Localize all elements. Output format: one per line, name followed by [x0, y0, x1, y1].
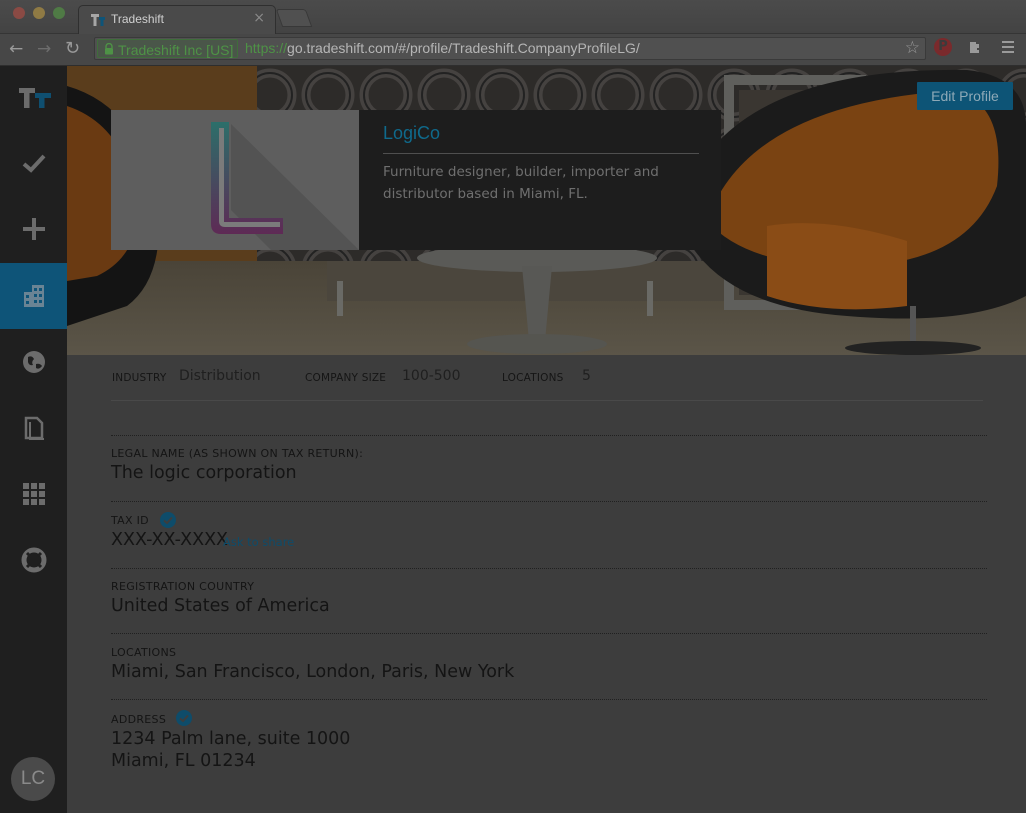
pinterest-extension-icon[interactable]: P: [934, 38, 952, 56]
extension-icon[interactable]: [967, 39, 983, 55]
documents-icon: [24, 416, 44, 440]
nav-documents[interactable]: [0, 395, 67, 461]
url-scheme: https://: [245, 40, 288, 56]
close-window-button[interactable]: [13, 7, 25, 19]
address-label: ADDRESS: [111, 713, 167, 726]
locations-count-label: LOCATIONS: [502, 372, 564, 384]
left-nav-rail: LC: [0, 66, 67, 813]
company-profile-card: LogiCo Furniture designer, builder, impo…: [111, 110, 721, 250]
tax-id-value: XXX-XX-XXXX: [111, 530, 229, 550]
ev-certificate-label: Tradeshift Inc [US]: [118, 42, 234, 58]
browser-tab[interactable]: Tradeshift ×: [78, 5, 276, 35]
plus-icon: [23, 218, 45, 240]
company-description: Furniture designer, builder, importer an…: [383, 164, 659, 202]
back-arrow-icon[interactable]: ←: [9, 38, 23, 60]
nav-create[interactable]: [0, 196, 67, 262]
address-bar[interactable]: Tradeshift Inc [US] https://go.tradeshif…: [94, 37, 926, 60]
browser-toolbar: ← → ↻ Tradeshift Inc [US] https://go.tra…: [0, 34, 1026, 66]
main-content: Edit Profile LogiCo Furniture designer, …: [67, 66, 1026, 813]
registration-country-label: REGISTRATION COUNTRY: [111, 580, 255, 593]
checkmark-icon: [22, 154, 46, 173]
nav-apps[interactable]: [0, 461, 67, 527]
divider: [111, 699, 987, 700]
nav-tasks[interactable]: [0, 130, 67, 196]
edit-profile-button[interactable]: Edit Profile: [917, 82, 1013, 110]
divider: [111, 633, 987, 634]
logico-logo-icon: [211, 122, 359, 250]
locations-label: LOCATIONS: [111, 646, 177, 659]
address-line-2: Miami, FL 01234: [111, 751, 256, 771]
tab-title: Tradeshift: [111, 12, 164, 26]
minimize-window-button[interactable]: [33, 7, 45, 19]
nav-network[interactable]: [0, 329, 67, 395]
browser-menu-icon[interactable]: [1002, 41, 1014, 56]
divider: [111, 501, 987, 502]
company-size-value: 100-500: [402, 368, 461, 384]
industry-value: Distribution: [179, 368, 261, 384]
address-line-1: 1234 Palm lane, suite 1000: [111, 729, 351, 749]
verified-check-icon: [160, 512, 176, 528]
lock-icon: [105, 43, 113, 55]
legal-name-value: The logic corporation: [111, 463, 297, 483]
tradeshift-logo-icon[interactable]: [19, 87, 51, 109]
verified-check-icon: [176, 710, 192, 726]
industry-label: INDUSTRY: [112, 372, 167, 384]
buildings-icon: [24, 285, 44, 307]
bookmark-star-icon[interactable]: ☆: [905, 39, 920, 58]
tax-id-label: TAX ID: [111, 514, 149, 527]
url-path: go.tradeshift.com/#/profile/Tradeshift.C…: [287, 40, 640, 56]
tradeshift-favicon-icon: [91, 14, 105, 26]
ask-to-share-link[interactable]: Ask to share: [223, 535, 294, 549]
card-divider: [383, 153, 699, 154]
browser-titlebar: Tradeshift ×: [0, 0, 1026, 35]
user-avatar[interactable]: LC: [11, 757, 55, 801]
tab-close-icon[interactable]: ×: [253, 10, 265, 26]
registration-country-value: United States of America: [111, 596, 330, 616]
zoom-window-button[interactable]: [53, 7, 65, 19]
company-size-label: COMPANY SIZE: [305, 372, 387, 384]
reload-icon[interactable]: ↻: [65, 38, 80, 60]
legal-name-label: LEGAL NAME (AS SHOWN ON TAX RETURN):: [111, 447, 364, 460]
url-text[interactable]: https://go.tradeshift.com/#/profile/Trad…: [245, 40, 640, 57]
globe-icon: [23, 351, 45, 373]
forward-arrow-icon[interactable]: →: [37, 38, 51, 60]
company-stats-row: INDUSTRY Distribution COMPANY SIZE 100-5…: [111, 366, 983, 401]
company-logo: [111, 110, 359, 250]
locations-value: Miami, San Francisco, London, Paris, New…: [111, 662, 515, 682]
new-tab-button[interactable]: [275, 9, 313, 27]
divider: [111, 435, 987, 436]
ev-certificate-badge[interactable]: Tradeshift Inc [US]: [97, 39, 239, 58]
locations-count-value: 5: [582, 368, 591, 384]
cover-photo: Edit Profile LogiCo Furniture designer, …: [67, 66, 1026, 355]
company-name: LogiCo: [383, 123, 441, 143]
apps-grid-icon: [23, 483, 45, 505]
nav-company-profile[interactable]: [0, 263, 67, 329]
lifebuoy-icon: [21, 547, 47, 573]
nav-help[interactable]: [0, 527, 67, 593]
divider: [111, 568, 987, 569]
